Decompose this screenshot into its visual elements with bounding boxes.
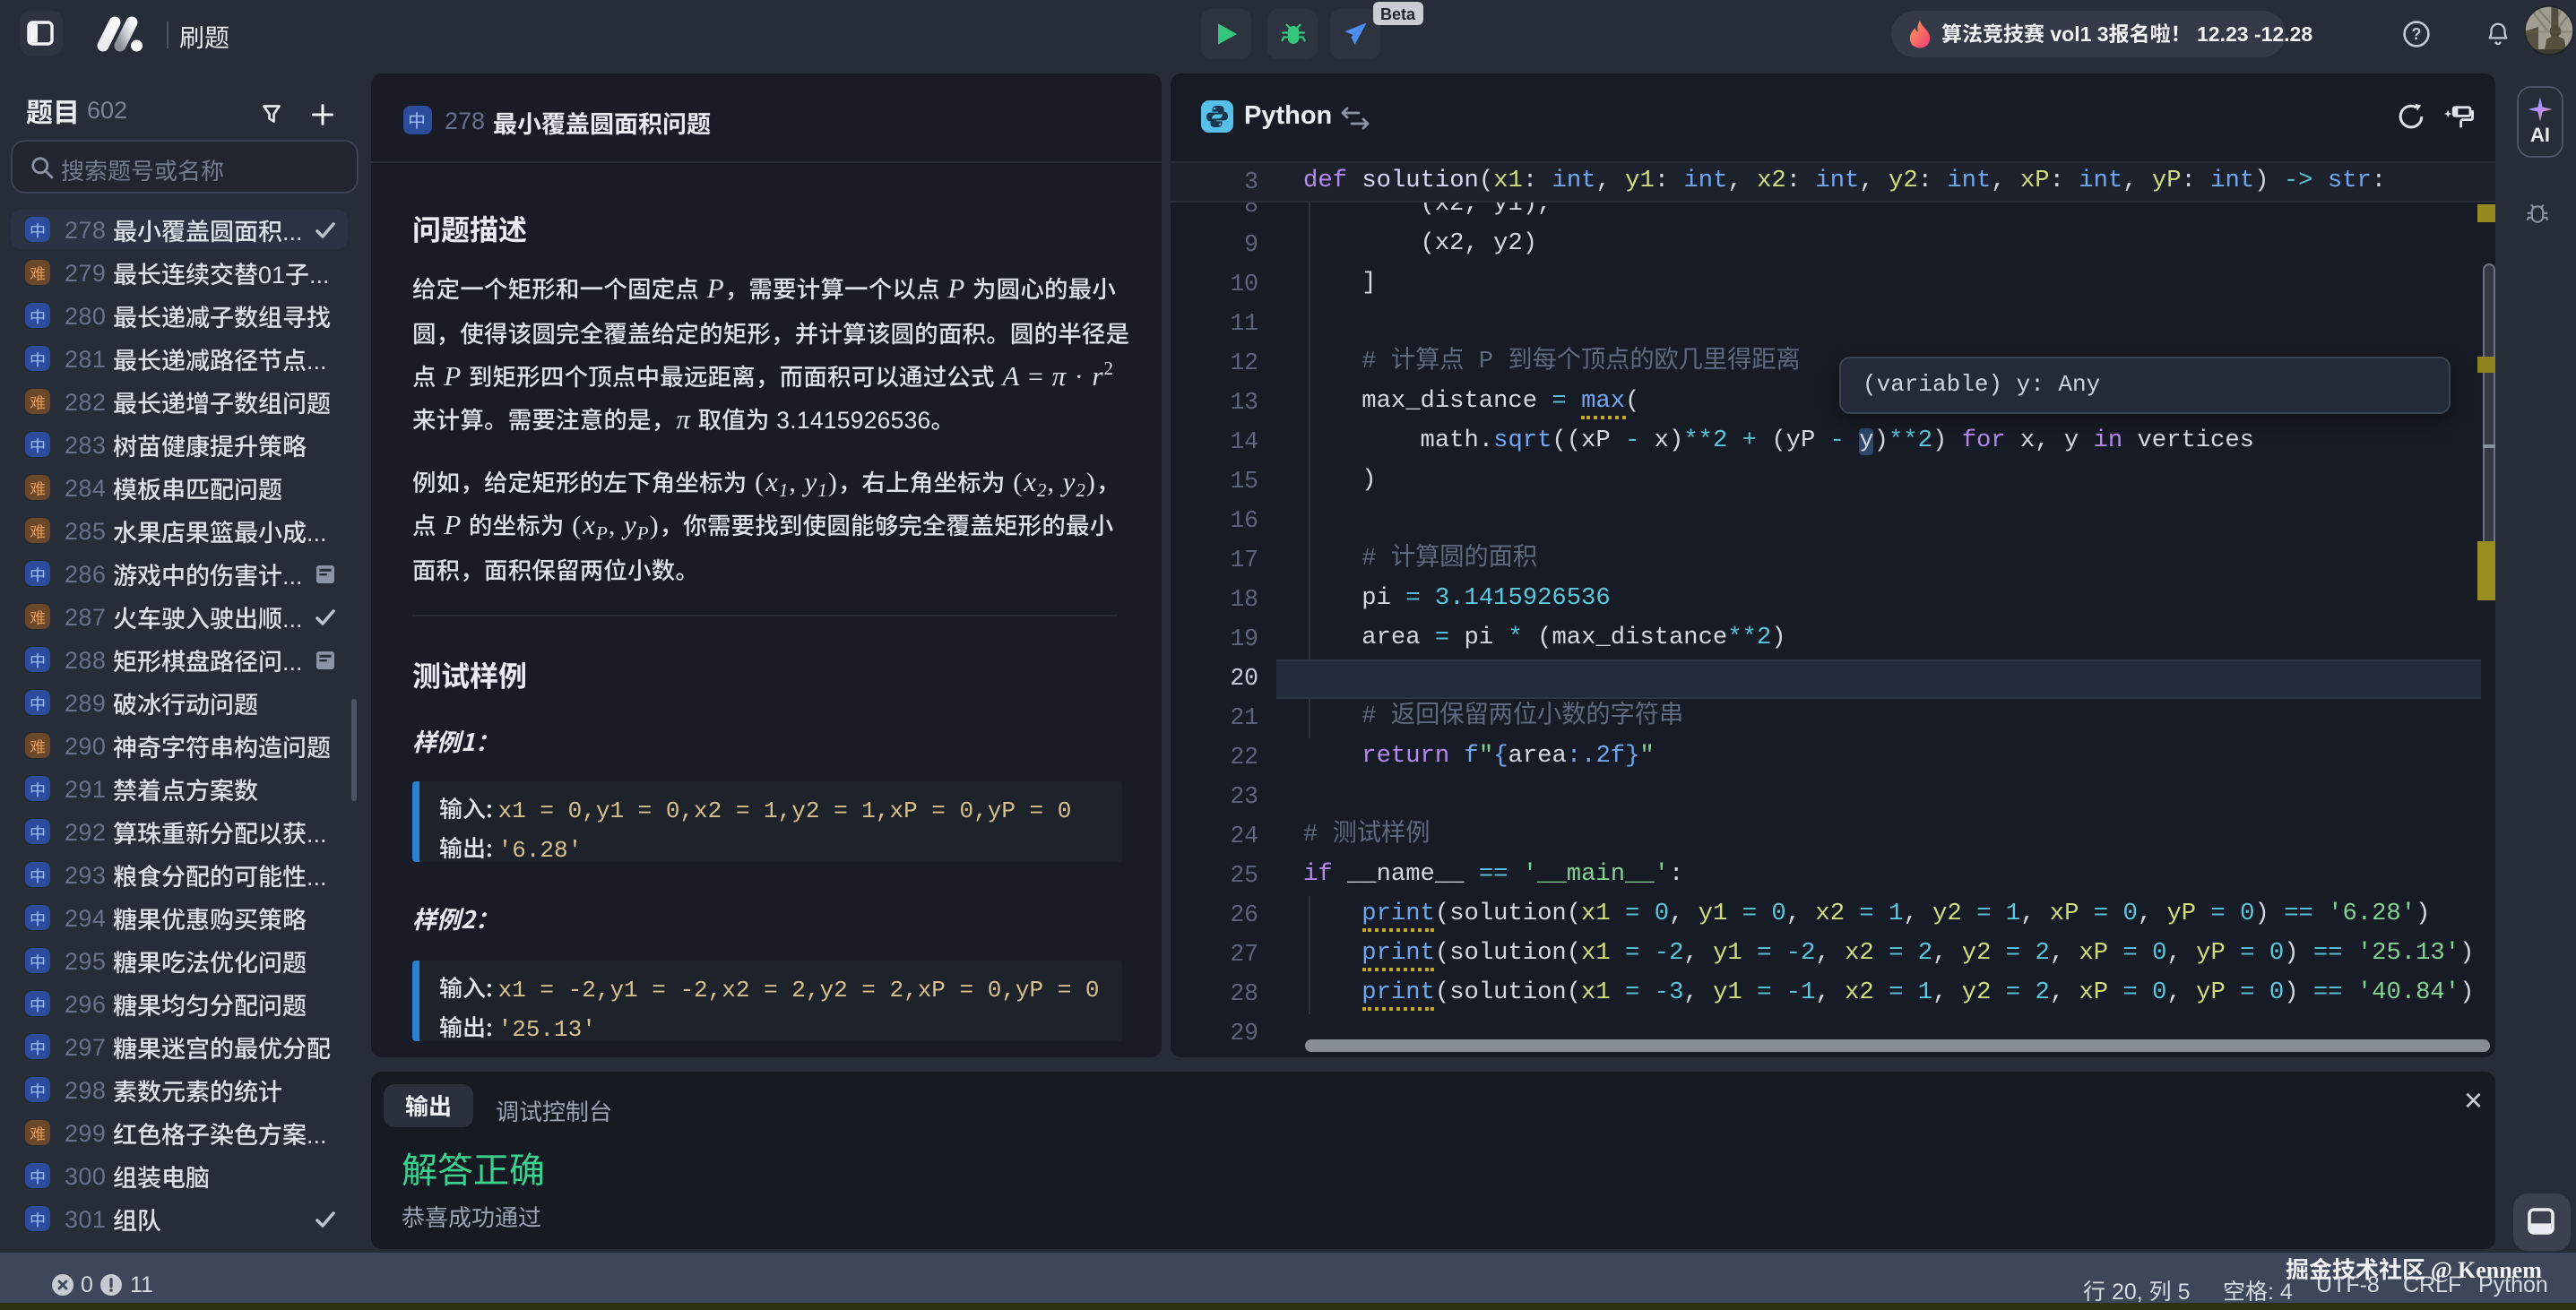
svg-text:?: ?: [2412, 25, 2422, 43]
